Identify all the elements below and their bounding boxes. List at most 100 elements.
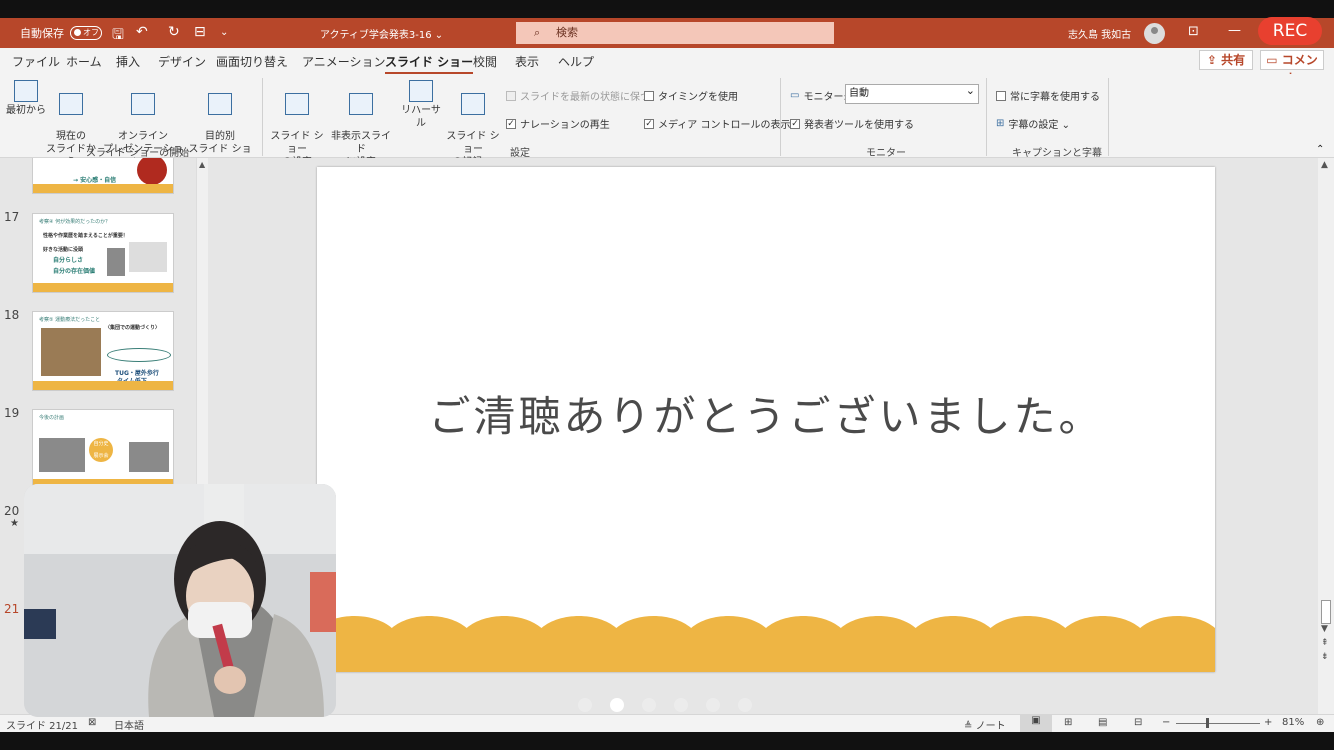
media-controls-label: メディア コントロールの表示: [658, 120, 791, 131]
slide-sorter-icon[interactable]: ⊞: [1064, 717, 1072, 728]
use-timings-label: タイミングを使用: [658, 92, 738, 103]
search-box[interactable]: ⌕ 検索: [516, 22, 834, 44]
slide-thanks-text[interactable]: ご清聴ありがとうございました。: [317, 383, 1215, 444]
tab-transitions[interactable]: 画面切り替え: [216, 53, 288, 70]
user-name[interactable]: 志久島 我如古: [1068, 26, 1131, 41]
thumbnail-slide-16[interactable]: → 安心感・自信: [32, 158, 174, 194]
custom-show-icon: [208, 93, 232, 115]
slideshow-view-icon[interactable]: ⊟: [1134, 717, 1142, 728]
scroll-down-icon[interactable]: ▼: [1321, 624, 1328, 634]
present-icon[interactable]: ⊟: [194, 24, 206, 40]
thumb-photo: [129, 442, 169, 472]
collapse-ribbon-icon[interactable]: ⌃: [1316, 144, 1324, 155]
zoom-slider[interactable]: [1176, 718, 1260, 728]
tab-help[interactable]: ヘルプ: [558, 53, 594, 70]
slide-number: 20: [4, 504, 20, 518]
search-placeholder: 検索: [556, 26, 578, 39]
document-title[interactable]: アクティブ学会発表3-16 ⌄: [320, 26, 443, 41]
notes-button[interactable]: ≜ ノート: [964, 717, 1006, 732]
rec-button[interactable]: REC: [1258, 17, 1322, 45]
zoom-in-icon[interactable]: +: [1264, 717, 1272, 728]
from-beginning-button[interactable]: 最初から: [6, 80, 46, 117]
play-narration-checkbox[interactable]: ✓ ナレーションの再生: [506, 116, 610, 131]
redo-icon[interactable]: ↻: [168, 24, 180, 40]
webcam-overlay[interactable]: [24, 484, 336, 717]
use-timings-checkbox[interactable]: タイミングを使用: [644, 88, 738, 103]
custom-slideshow-button[interactable]: 目的別 スライド ショー ⌄: [184, 80, 256, 169]
slide-number: 18: [4, 308, 20, 322]
next-slide-icon[interactable]: ⇟: [1321, 652, 1329, 662]
ribbon: 最初から 現在の スライドから オンライン プレゼンテーション ⌄ 目的別 スラ…: [0, 74, 1334, 168]
page-dot[interactable]: [642, 698, 656, 712]
keep-updated-checkbox[interactable]: スライドを最新の状態に保つ: [506, 88, 650, 103]
tab-design[interactable]: デザイン: [158, 53, 206, 70]
ribbon-display-icon[interactable]: ⊡: [1188, 24, 1199, 39]
scroll-up-icon[interactable]: ▲: [199, 160, 205, 169]
scroll-thumb[interactable]: [1321, 600, 1331, 624]
tab-home[interactable]: ホーム: [66, 53, 102, 70]
customize-qa-icon[interactable]: ⌄: [220, 27, 228, 38]
thumb-line: → 安心感・自信: [73, 177, 117, 184]
search-icon: ⌕: [534, 26, 541, 39]
fit-slide-icon[interactable]: ⊕: [1316, 717, 1324, 728]
autosave-toggle[interactable]: オフ: [70, 26, 102, 40]
bottom-black-bar: [0, 732, 1334, 750]
autosave[interactable]: 自動保存 オフ: [20, 25, 102, 41]
language-status[interactable]: 日本語: [114, 717, 144, 732]
current-slide[interactable]: ご清聴ありがとうございました。: [317, 167, 1215, 672]
zoom-out-icon[interactable]: −: [1162, 717, 1170, 728]
thumb-photo: [107, 248, 125, 276]
thumb-line: 性格や作業歴を踏まえることが重要！: [43, 233, 128, 239]
undo-icon[interactable]: ↶: [136, 24, 148, 40]
page-dot[interactable]: [706, 698, 720, 712]
slide-counter: スライド 21/21: [6, 721, 78, 732]
canvas-scrollbar[interactable]: ▲ ▼ ⇞ ⇟: [1318, 158, 1334, 714]
normal-view-icon[interactable]: ▣: [1020, 715, 1052, 732]
hide-slide-button[interactable]: 非表示スライド に設定: [328, 80, 394, 169]
page-dot[interactable]: [578, 698, 592, 712]
page-dot[interactable]: [738, 698, 752, 712]
media-controls-checkbox[interactable]: ✓ メディア コントロールの表示: [644, 116, 790, 131]
comment-icon: ▭: [1266, 53, 1278, 67]
tab-insert[interactable]: 挿入: [116, 53, 140, 70]
thumbnail-slide-19[interactable]: 今後の計画 自分史 展示会: [32, 409, 174, 489]
page-dot-active[interactable]: [610, 698, 624, 712]
presenter-view-checkbox[interactable]: ✓ 発表者ツールを使用する: [790, 116, 914, 131]
minimize-icon[interactable]: —: [1228, 23, 1241, 38]
scroll-up-icon[interactable]: ▲: [1321, 160, 1328, 170]
tab-review[interactable]: 校閲: [473, 53, 497, 70]
record-slideshow-button[interactable]: スライド ショー の記録 ⌄: [444, 80, 502, 169]
always-subtitles-checkbox[interactable]: 常に字幕を使用する: [996, 88, 1100, 103]
accessibility-icon[interactable]: ⊠: [88, 717, 96, 728]
title-bar: 自動保存 オフ 🖫 ↶ ↻ ⊟ ⌄ アクティブ学会発表3-16 ⌄ ⌕ 検索 志…: [0, 18, 1334, 48]
comment-button[interactable]: ▭ コメント: [1260, 50, 1324, 85]
divider: [780, 78, 781, 156]
caption-group-label: キャプションと字幕: [1012, 148, 1102, 159]
thumb-circle: 自分史 展示会: [89, 438, 113, 462]
tab-animations[interactable]: アニメーション: [302, 53, 386, 70]
page-dot[interactable]: [674, 698, 688, 712]
thumbnail-slide-17[interactable]: 考察④ 何が効果的だったのか？ 性格や作業歴を踏まえることが重要！ 好きな活動に…: [32, 213, 174, 293]
share-label: 共有: [1221, 53, 1246, 67]
prev-slide-icon[interactable]: ⇞: [1321, 638, 1329, 648]
reading-view-icon[interactable]: ▤: [1098, 717, 1107, 728]
tab-slideshow[interactable]: スライド ショー: [385, 53, 474, 75]
webcam-page-dots: [578, 698, 752, 712]
thumbnail-slide-18[interactable]: 考察⑤ 運動療法だったこと 〈集団での運動づくり〉 TUG・屋外歩行 タイム低下: [32, 311, 174, 391]
setup-slideshow-button[interactable]: スライド ショー の設定: [266, 80, 328, 169]
keep-updated-label: スライドを最新の状態に保つ: [520, 92, 650, 103]
tab-file[interactable]: ファイル: [12, 53, 60, 70]
subtitle-settings-button[interactable]: ⊞ 字幕の設定 ⌄: [996, 116, 1070, 131]
rehearse-button[interactable]: リハーサル: [398, 80, 444, 130]
share-button[interactable]: ⇪ 共有: [1199, 50, 1253, 70]
save-icon[interactable]: 🖫: [112, 24, 124, 48]
zoom-level[interactable]: 81%: [1282, 717, 1304, 728]
thumb-wave: [33, 381, 173, 390]
avatar[interactable]: [1144, 23, 1165, 44]
slide-number: 21: [4, 602, 20, 616]
thumb-line: 好きな活動に没頭: [43, 247, 84, 253]
start-group-label: スライド ショーの開始: [86, 148, 190, 159]
monitor-select[interactable]: 自動: [845, 82, 979, 104]
tab-view[interactable]: 表示: [515, 53, 539, 70]
record-icon: [461, 93, 485, 115]
